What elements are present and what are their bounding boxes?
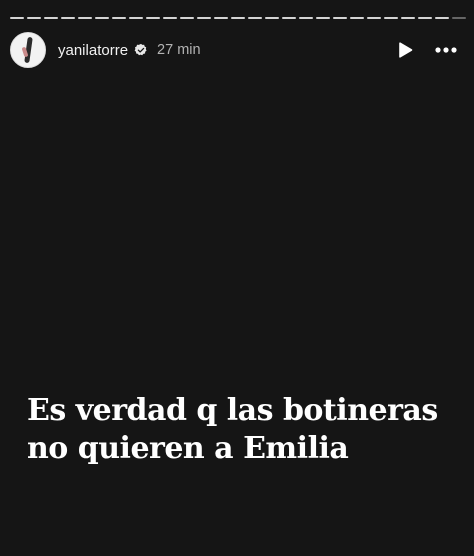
story-progress-bar	[10, 17, 466, 20]
progress-segment	[384, 17, 398, 19]
progress-segment	[95, 17, 109, 19]
progress-segment	[248, 17, 262, 19]
progress-segment	[44, 17, 58, 19]
progress-segment	[367, 17, 381, 19]
progress-segment	[452, 17, 466, 19]
progress-segment	[299, 17, 313, 19]
username[interactable]: yanilatorre	[58, 42, 128, 59]
progress-segment	[265, 17, 279, 19]
progress-segment	[350, 17, 364, 19]
play-icon[interactable]	[396, 41, 414, 59]
progress-segment	[282, 17, 296, 19]
progress-segment	[316, 17, 330, 19]
progress-segment	[61, 17, 75, 19]
more-options-icon[interactable]	[434, 41, 458, 59]
post-time: 27 min	[157, 42, 201, 58]
progress-segment	[163, 17, 177, 19]
progress-segment	[435, 17, 449, 19]
progress-segment	[418, 17, 432, 19]
avatar[interactable]	[10, 32, 46, 68]
progress-segment	[146, 17, 160, 19]
progress-segment	[214, 17, 228, 19]
progress-segment	[197, 17, 211, 19]
progress-segment	[78, 17, 92, 19]
progress-segment	[231, 17, 245, 19]
progress-segment	[401, 17, 415, 19]
progress-segment	[333, 17, 347, 19]
story-header: yanilatorre 27 min	[10, 32, 464, 68]
verified-badge-icon	[134, 43, 147, 56]
progress-segment	[27, 17, 41, 19]
progress-segment	[10, 17, 24, 19]
progress-segment	[112, 17, 126, 19]
story-caption: Es verdad q las botineras no quieren a E…	[27, 393, 438, 466]
progress-segment	[129, 17, 143, 19]
progress-segment	[180, 17, 194, 19]
